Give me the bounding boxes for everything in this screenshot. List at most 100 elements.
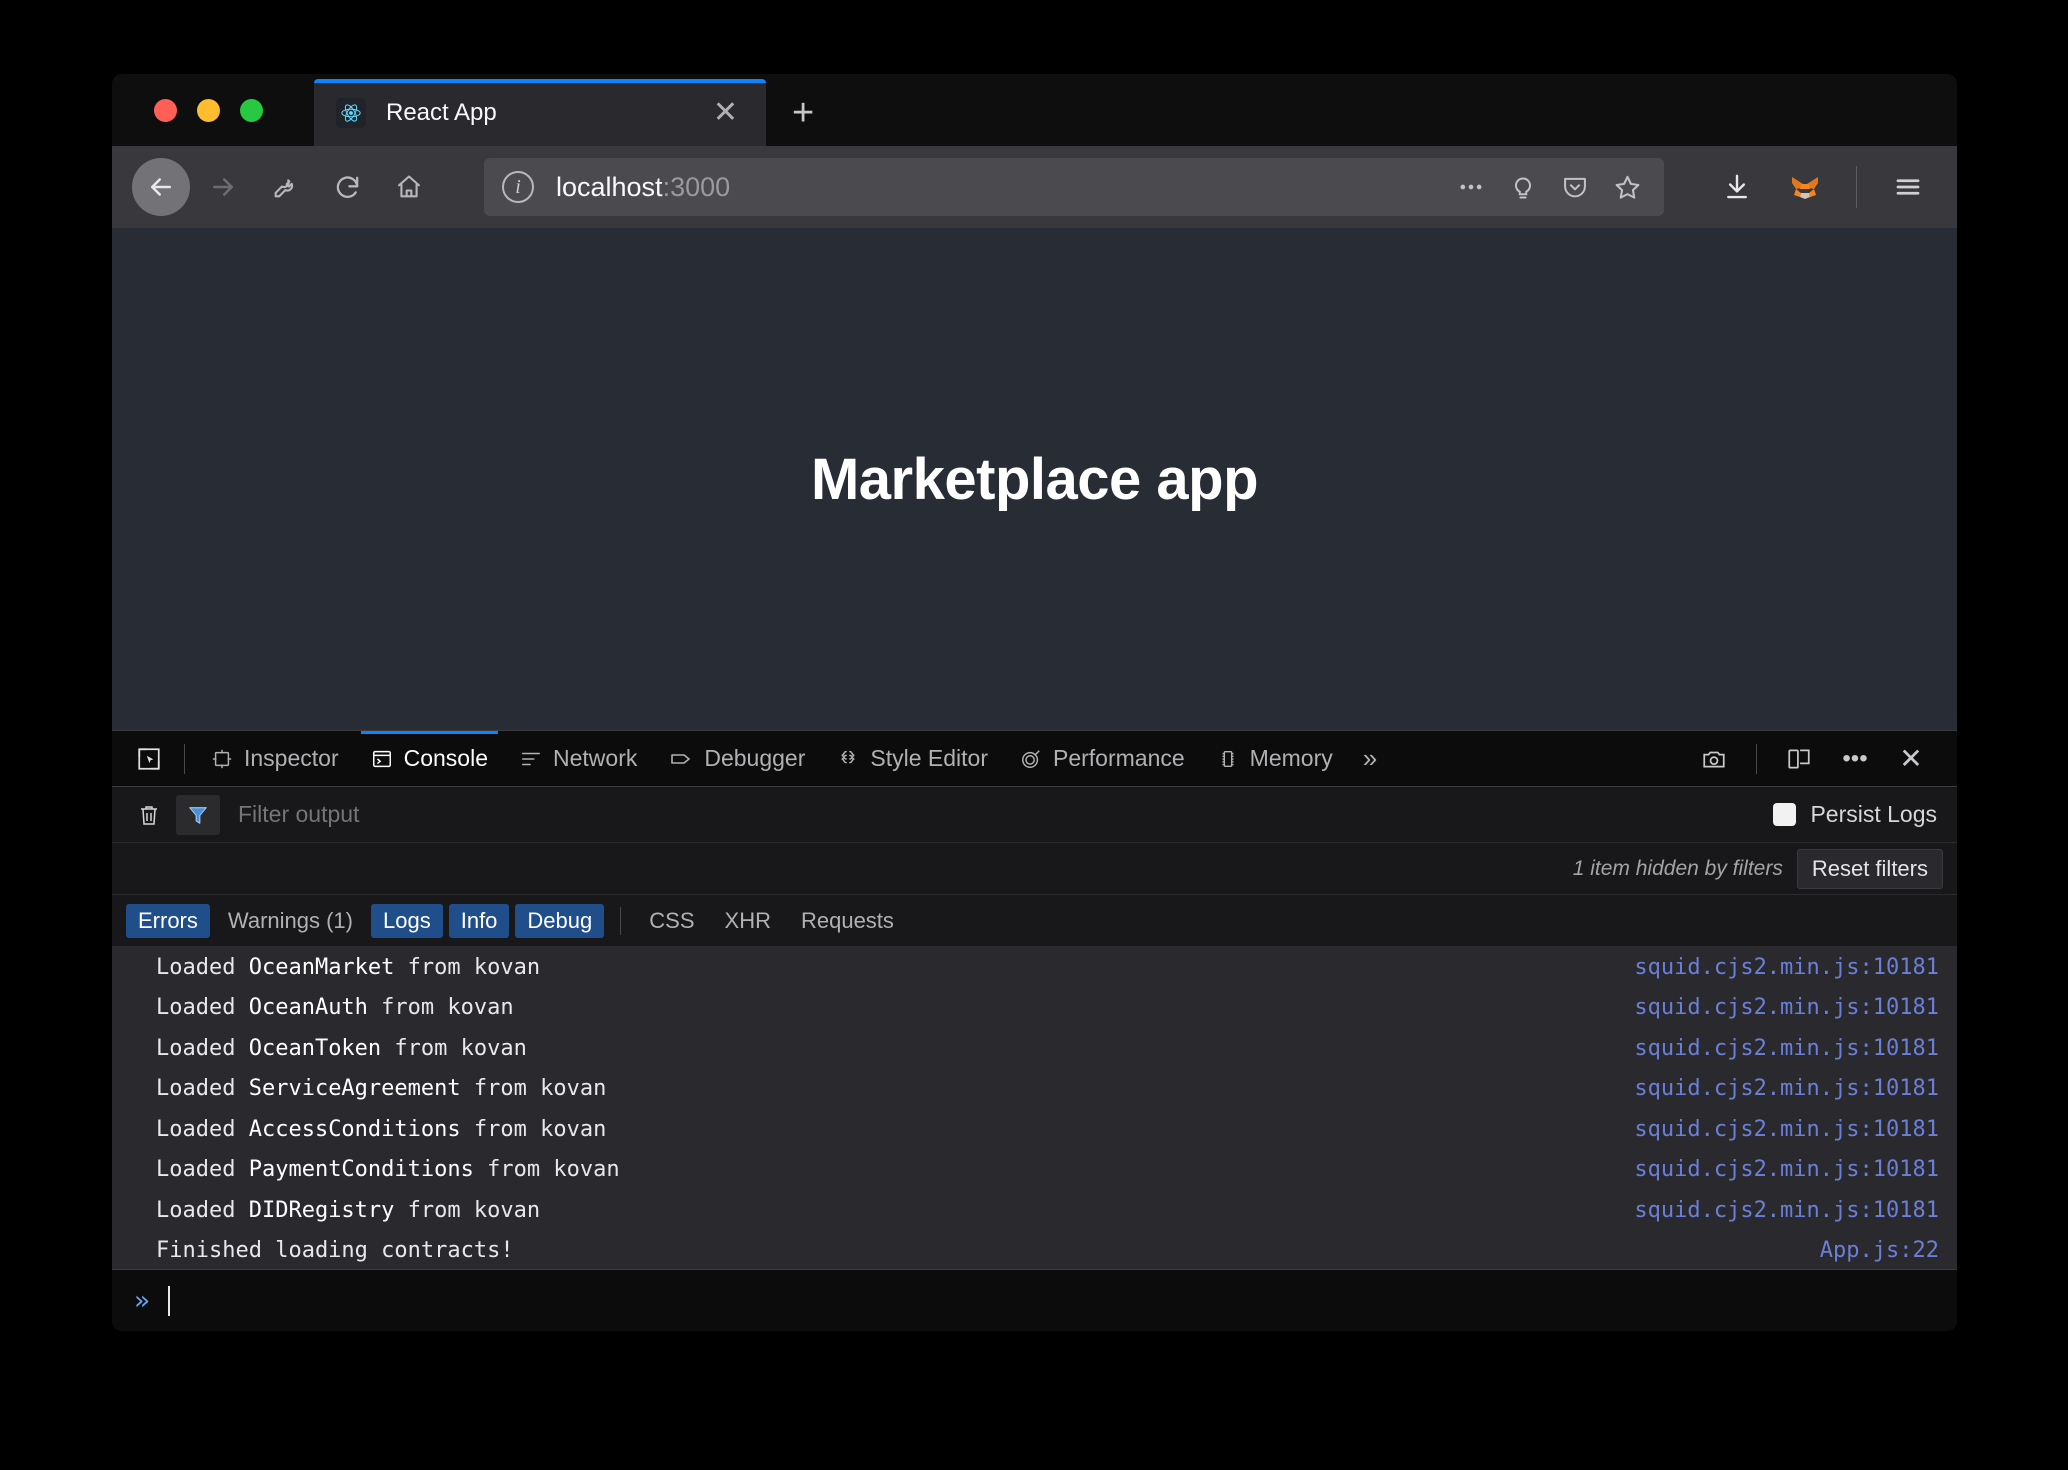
address-bar[interactable]: i localhost:3000 xyxy=(484,158,1664,216)
console-log-source-link[interactable]: squid.cjs2.min.js:10181 xyxy=(1634,1117,1939,1142)
hidden-items-bar: 1 item hidden by filters Reset filters xyxy=(112,843,1957,895)
window-minimize-button[interactable] xyxy=(197,98,220,122)
metamask-fox-icon[interactable] xyxy=(1776,158,1834,216)
console-log-source-link[interactable]: squid.cjs2.min.js:10181 xyxy=(1634,995,1939,1020)
wrench-icon[interactable] xyxy=(256,158,314,216)
console-log-source-link[interactable]: squid.cjs2.min.js:10181 xyxy=(1634,1076,1939,1101)
console-log-row[interactable]: Loaded OceanMarket from kovan squid.cjs2.… xyxy=(112,947,1957,988)
console-log-source-link[interactable]: squid.cjs2.min.js:10181 xyxy=(1634,1036,1939,1061)
toolbar-right-actions xyxy=(1694,158,1937,216)
tab-title: React App xyxy=(386,98,497,126)
pill-logs[interactable]: Logs xyxy=(371,903,443,938)
filter-input[interactable] xyxy=(238,801,1774,828)
console-log-contract-name: DIDRegistry xyxy=(248,1197,395,1223)
devtools-panel: Inspector Console Network Debugger Style… xyxy=(112,730,1957,1331)
toolbar-divider xyxy=(1856,166,1857,208)
console-log-row[interactable]: Loaded OceanToken from kovan squid.cjs2.m… xyxy=(112,1028,1957,1069)
tab-inspector[interactable]: Inspector xyxy=(195,732,355,786)
url-text: localhost:3000 xyxy=(556,171,731,202)
console-log-row[interactable]: Finished loading contracts! App.js:22 xyxy=(112,1231,1957,1270)
console-log-message: Loaded PaymentConditions from kovan xyxy=(156,1157,620,1183)
pill-css[interactable]: CSS xyxy=(637,904,706,938)
console-log-source-link[interactable]: squid.cjs2.min.js:10181 xyxy=(1634,955,1939,980)
tab-label: Console xyxy=(403,745,488,771)
window-maximize-button[interactable] xyxy=(240,98,263,122)
tab-label: Inspector xyxy=(244,745,339,771)
console-log-message: Finished loading contracts! xyxy=(156,1238,514,1264)
console-log-contract-name: OceanMarket xyxy=(248,954,395,980)
console-log-row[interactable]: Loaded OceanAuth from kovan squid.cjs2.mi… xyxy=(112,988,1957,1029)
tab-network[interactable]: Network xyxy=(504,732,653,786)
pocket-icon[interactable] xyxy=(1561,173,1589,201)
tab-style-editor[interactable]: Style Editor xyxy=(821,732,1004,786)
close-icon[interactable]: ✕ xyxy=(707,97,744,128)
trash-icon[interactable] xyxy=(126,795,172,835)
react-logo-icon xyxy=(336,97,366,128)
console-output[interactable]: Loaded OceanMarket from kovan squid.cjs2.… xyxy=(112,947,1957,1269)
lightbulb-icon[interactable] xyxy=(1509,173,1537,201)
tab-debugger[interactable]: Debugger xyxy=(653,732,821,786)
new-tab-button[interactable]: + xyxy=(792,94,814,132)
tab-performance[interactable]: Performance xyxy=(1004,732,1201,786)
console-log-source-link[interactable]: squid.cjs2.min.js:10181 xyxy=(1634,1198,1939,1223)
pill-info[interactable]: Info xyxy=(448,903,510,938)
tab-strip: React App ✕ + xyxy=(112,74,1957,146)
toolbar-divider xyxy=(184,743,185,774)
console-log-row[interactable]: Loaded AccessConditions from kovan squid.… xyxy=(112,1109,1957,1150)
back-button[interactable] xyxy=(132,158,190,216)
tab-console[interactable]: Console xyxy=(355,730,504,786)
console-log-message: Loaded OceanAuth from kovan xyxy=(156,995,514,1021)
responsive-design-icon[interactable] xyxy=(1775,737,1823,781)
funnel-icon[interactable] xyxy=(176,794,220,835)
console-log-message: Loaded DIDRegistry from kovan xyxy=(156,1197,541,1223)
pill-xhr[interactable]: XHR xyxy=(713,904,783,938)
forward-button[interactable] xyxy=(194,158,252,216)
element-picker-icon[interactable] xyxy=(124,739,174,779)
pill-requests[interactable]: Requests xyxy=(789,904,906,938)
console-log-contract-name: PaymentConditions xyxy=(248,1157,474,1183)
console-log-source-link[interactable]: squid.cjs2.min.js:10181 xyxy=(1634,1157,1939,1182)
page-actions-icon[interactable] xyxy=(1457,173,1485,201)
console-log-source-link[interactable]: App.js:22 xyxy=(1820,1238,1939,1263)
browser-window: React App ✕ + i localhost:3000 Marketpla… xyxy=(112,74,1957,1331)
window-traffic-lights xyxy=(134,74,263,146)
tab-memory[interactable]: Memory xyxy=(1201,732,1349,786)
console-log-row[interactable]: Loaded PaymentConditions from kovan squid… xyxy=(112,1150,1957,1191)
reload-button[interactable] xyxy=(318,158,376,216)
devtools-close-icon[interactable]: ✕ xyxy=(1887,737,1935,781)
console-filter-pills: Errors Warnings (1) Logs Info Debug CSS … xyxy=(112,895,1957,947)
tabs-overflow-icon[interactable]: » xyxy=(1349,743,1391,774)
hidden-items-note: 1 item hidden by filters xyxy=(1572,856,1783,880)
pill-errors[interactable]: Errors xyxy=(126,903,210,938)
page-title: Marketplace app xyxy=(810,446,1259,512)
persist-logs-toggle[interactable]: Persist Logs xyxy=(1773,801,1943,828)
console-filter-bar: Persist Logs xyxy=(112,787,1957,843)
page-viewport: Marketplace app xyxy=(112,228,1957,730)
pill-warnings[interactable]: Warnings (1) xyxy=(216,904,365,938)
window-close-button[interactable] xyxy=(154,98,177,122)
console-log-message: Loaded OceanToken from kovan xyxy=(156,1035,527,1061)
hamburger-icon[interactable] xyxy=(1879,158,1937,216)
star-icon[interactable] xyxy=(1613,173,1642,202)
home-icon[interactable] xyxy=(380,158,438,216)
persist-logs-label: Persist Logs xyxy=(1810,801,1937,827)
navigation-toolbar: i localhost:3000 xyxy=(112,146,1957,228)
devtools-meatball-icon[interactable]: ••• xyxy=(1831,737,1879,781)
tab-label: Style Editor xyxy=(870,745,988,771)
reset-filters-button[interactable]: Reset filters xyxy=(1796,848,1943,889)
camera-icon[interactable] xyxy=(1690,737,1738,781)
console-log-contract-name: OceanAuth xyxy=(248,995,368,1021)
tab-label: Network xyxy=(553,745,638,771)
pill-debug[interactable]: Debug xyxy=(515,903,605,938)
tab-label: Memory xyxy=(1249,745,1333,771)
console-input-row[interactable]: » xyxy=(112,1269,1957,1331)
site-information-icon[interactable]: i xyxy=(502,171,534,203)
persist-logs-checkbox[interactable] xyxy=(1773,803,1797,826)
download-icon[interactable] xyxy=(1708,158,1766,216)
toolbar-divider xyxy=(1756,743,1757,774)
console-log-row[interactable]: Loaded ServiceAgreement from kovan squid.… xyxy=(112,1069,1957,1110)
console-log-message: Loaded OceanMarket from kovan xyxy=(156,954,541,980)
browser-tab-react-app[interactable]: React App ✕ xyxy=(314,79,766,146)
console-log-contract-name: ServiceAgreement xyxy=(248,1076,461,1102)
console-log-row[interactable]: Loaded DIDRegistry from kovan squid.cjs2.… xyxy=(112,1190,1957,1231)
